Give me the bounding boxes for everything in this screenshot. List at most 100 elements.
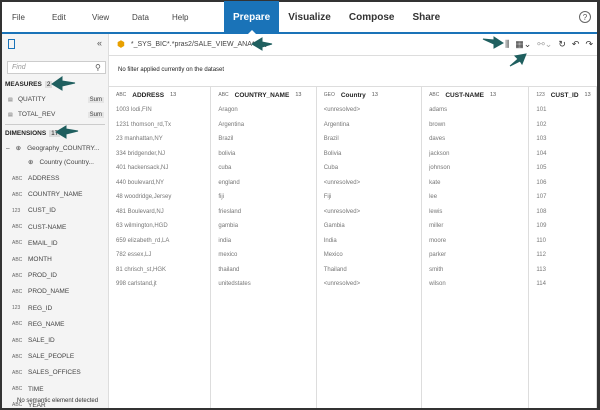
table-cell[interactable]: Gambia — [324, 219, 421, 234]
table-cell[interactable]: bolivia — [218, 147, 315, 162]
table-cell[interactable]: england — [218, 176, 315, 191]
table-cell[interactable]: <unresolved> — [324, 103, 421, 118]
table-cell[interactable]: kate — [429, 176, 528, 191]
collapse-icon[interactable]: – — [6, 145, 10, 152]
table-cell[interactable]: 998 carlstand,jt — [116, 277, 210, 292]
redo-icon[interactable]: ↷ — [585, 39, 593, 50]
find-input[interactable]: Find — [7, 61, 106, 74]
calculator-icon[interactable]: ▦⌄ — [515, 39, 531, 50]
tab-share[interactable]: Share — [403, 1, 449, 33]
geo-hierarchy[interactable]: – ⊕ Geography_COUNTRY... — [6, 144, 99, 153]
table-cell[interactable]: Thailand — [324, 263, 421, 278]
tab-prepare[interactable]: Prepare — [224, 1, 280, 35]
table-cell[interactable]: 63 wilmington,HGD — [116, 219, 210, 234]
menu-file[interactable]: File — [2, 13, 42, 22]
dimension-item[interactable]: ABC SALE_PEOPLE — [12, 353, 74, 360]
table-cell[interactable]: 105 — [536, 161, 596, 176]
table-cell[interactable]: daves — [429, 132, 528, 147]
table-cell[interactable]: 1003 lodi,FIN — [116, 103, 210, 118]
dimension-item[interactable]: ABC PROD_ID — [12, 272, 57, 279]
table-cell[interactable]: 81 chrisch_st,HGK — [116, 263, 210, 278]
dimension-item[interactable]: 123 CUST_ID — [12, 207, 56, 214]
table-cell[interactable]: thailand — [218, 263, 315, 278]
dataset-dropdown-icon[interactable]: ⌄ — [263, 41, 269, 49]
aggregation[interactable]: Sum — [87, 111, 104, 118]
table-cell[interactable]: cuba — [218, 161, 315, 176]
menu-help[interactable]: Help — [162, 13, 202, 22]
table-cell[interactable]: 334 bridgender,NJ — [116, 147, 210, 162]
table-cell[interactable]: Fiji — [324, 190, 421, 205]
table-cell[interactable]: Bolivia — [324, 147, 421, 162]
dimension-item[interactable]: ABC PROD_NAME — [12, 288, 69, 295]
table-cell[interactable]: India — [324, 234, 421, 249]
table-cell[interactable]: friesland — [218, 205, 315, 220]
table-cell[interactable]: miller — [429, 219, 528, 234]
link-icon[interactable]: ⚯⌄ — [537, 39, 552, 50]
table-cell[interactable]: johnson — [429, 161, 528, 176]
table-cell[interactable]: gambia — [218, 219, 315, 234]
table-cell[interactable]: 102 — [536, 118, 596, 133]
table-cell[interactable]: moore — [429, 234, 528, 249]
tab-visualize[interactable]: Visualize — [279, 1, 340, 33]
table-cell[interactable]: wilson — [429, 277, 528, 292]
table-cell[interactable]: <unresolved> — [324, 205, 421, 220]
table-cell[interactable]: Argentina — [218, 118, 315, 133]
table-cell[interactable]: Argentina — [324, 118, 421, 133]
table-cell[interactable]: mexico — [218, 248, 315, 263]
table-cell[interactable]: 113 — [536, 263, 596, 278]
table-cell[interactable]: 440 boulevard,NY — [116, 176, 210, 191]
measure-item[interactable]: ▤ TOTAL_REV Sum — [8, 111, 104, 118]
table-cell[interactable]: 110 — [536, 234, 596, 249]
table-cell[interactable]: 107 — [536, 190, 596, 205]
table-cell[interactable]: 112 — [536, 248, 596, 263]
dimension-item[interactable]: ABC ADDRESS — [12, 175, 59, 182]
panel-toggle-icon[interactable] — [8, 39, 15, 49]
table-cell[interactable]: 106 — [536, 176, 596, 191]
table-cell[interactable]: unitedstates — [218, 277, 315, 292]
dimension-item[interactable]: ABC EMAIL_ID — [12, 240, 58, 247]
column-header[interactable]: GEO Country 13 — [324, 87, 421, 103]
table-cell[interactable]: jackson — [429, 147, 528, 162]
menu-data[interactable]: Data — [122, 13, 162, 22]
collapse-icon[interactable]: « — [97, 38, 102, 48]
dimension-item[interactable]: ABC COUNTRY_NAME — [12, 191, 82, 198]
column-header[interactable]: ABC COUNTRY_NAME 13 — [218, 87, 315, 103]
column-header[interactable]: ABC CUST-NAME 13 — [429, 87, 528, 103]
table-cell[interactable]: lee — [429, 190, 528, 205]
column-header[interactable]: ABC ADDRESS 13 — [116, 87, 210, 103]
table-cell[interactable]: smith — [429, 263, 528, 278]
dimension-item[interactable]: ABC SALES_OFFICES — [12, 369, 81, 376]
table-cell[interactable]: 109 — [536, 219, 596, 234]
table-cell[interactable]: 48 woodridge,Jersey — [116, 190, 210, 205]
table-cell[interactable]: 481 Boulevard,NJ — [116, 205, 210, 220]
table-cell[interactable]: 114 — [536, 277, 596, 292]
table-cell[interactable]: Mexico — [324, 248, 421, 263]
table-cell[interactable]: 104 — [536, 147, 596, 162]
table-cell[interactable]: 782 essex,LJ — [116, 248, 210, 263]
table-cell[interactable]: 1231 thomson_rd,Tx — [116, 118, 210, 133]
table-cell[interactable]: 108 — [536, 205, 596, 220]
table-cell[interactable]: 103 — [536, 132, 596, 147]
dimension-item[interactable]: ABC SALE_ID — [12, 337, 55, 344]
table-cell[interactable]: Aragon — [218, 103, 315, 118]
table-cell[interactable]: parker — [429, 248, 528, 263]
table-cell[interactable]: 23 manhattan,NY — [116, 132, 210, 147]
measure-item[interactable]: ▤ QUATITY Sum — [8, 96, 104, 103]
help-icon[interactable]: ? — [579, 11, 591, 23]
column-header[interactable]: 123 CUST_ID 13 — [536, 87, 596, 103]
menu-edit[interactable]: Edit — [42, 13, 82, 22]
dimension-item[interactable]: ABC TIME — [12, 386, 44, 393]
tab-compose[interactable]: Compose — [340, 1, 404, 33]
aggregation[interactable]: Sum — [87, 96, 104, 103]
table-cell[interactable]: Brazil — [218, 132, 315, 147]
refresh-icon[interactable]: ↻ — [558, 39, 566, 50]
geo-child[interactable]: ⊕ Country (Country... — [28, 158, 94, 167]
table-cell[interactable]: brown — [429, 118, 528, 133]
table-cell[interactable]: 401 hackensack,NJ — [116, 161, 210, 176]
table-cell[interactable]: 101 — [536, 103, 596, 118]
dimension-item[interactable]: 123 REG_ID — [12, 305, 52, 312]
table-cell[interactable]: Brazil — [324, 132, 421, 147]
dimension-item[interactable]: ABC REG_NAME — [12, 321, 64, 328]
table-cell[interactable]: Cuba — [324, 161, 421, 176]
table-cell[interactable]: 659 elizabeth_rd,LA — [116, 234, 210, 249]
